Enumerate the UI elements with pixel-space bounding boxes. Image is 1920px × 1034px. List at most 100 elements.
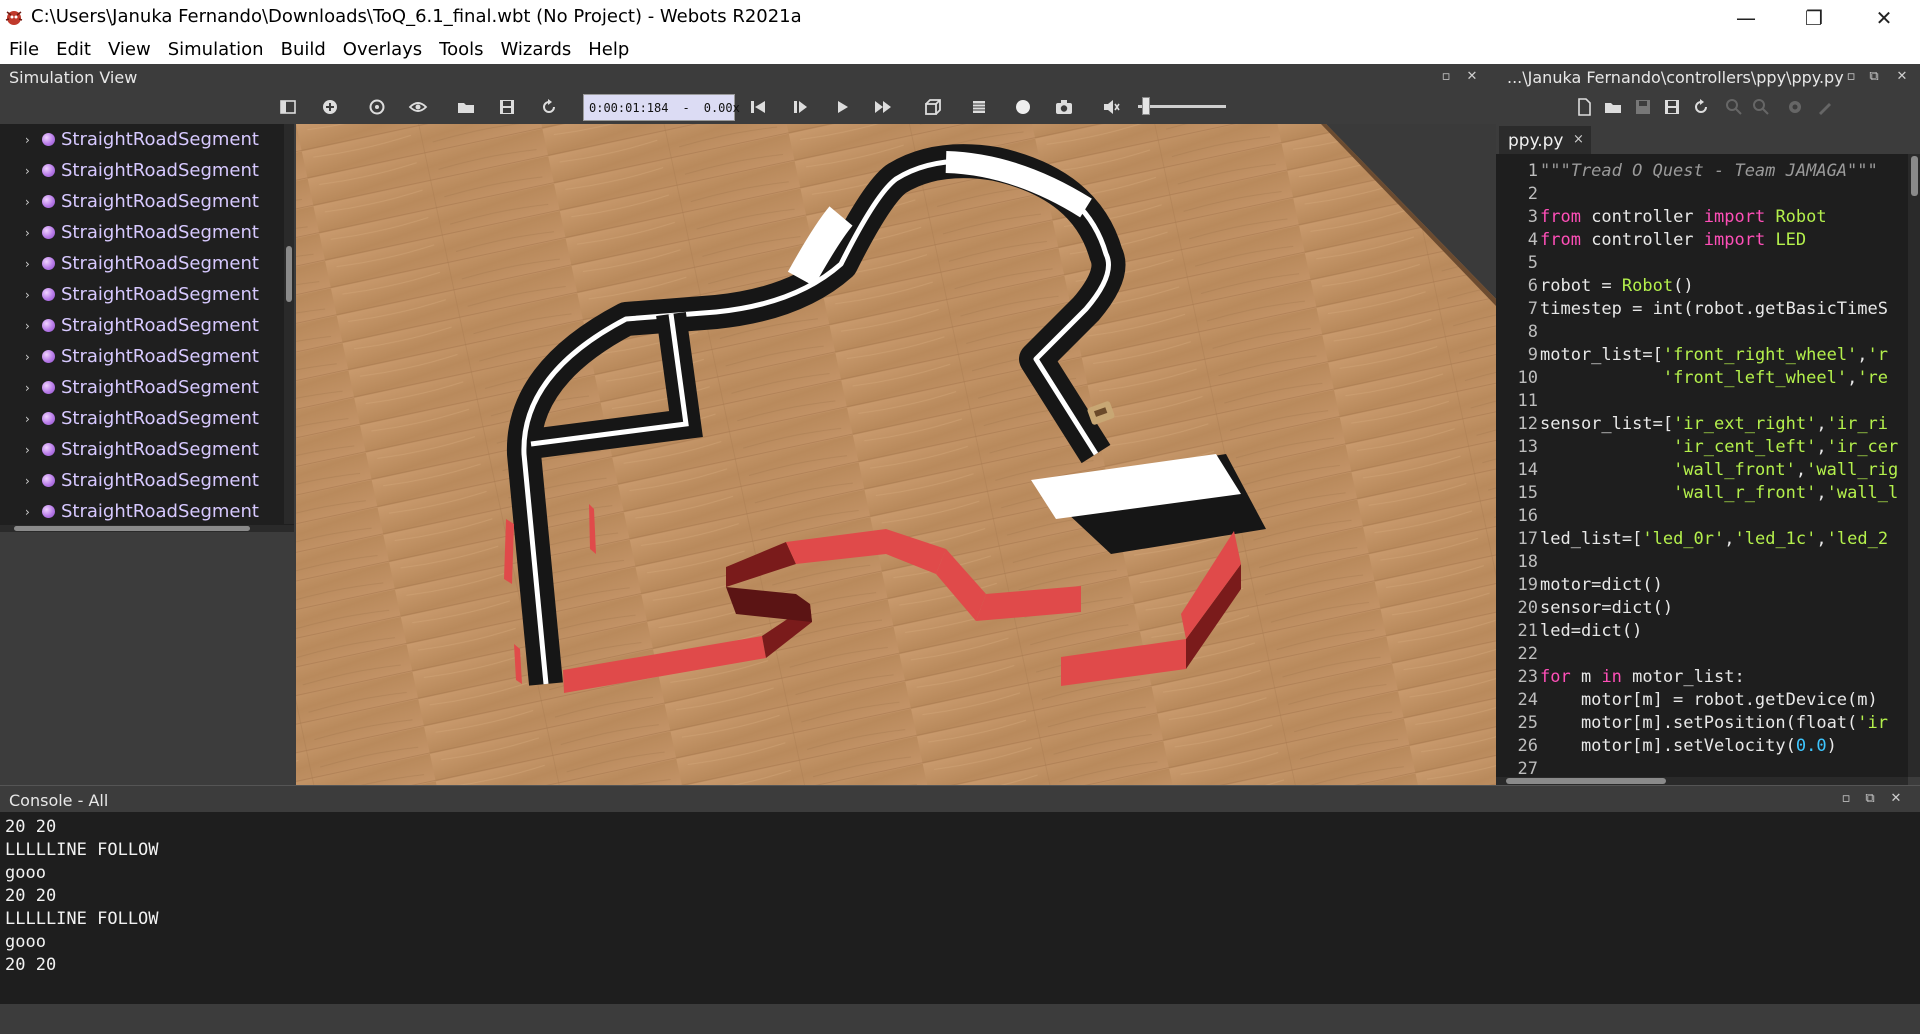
reset-viewpoint-icon[interactable]: [366, 96, 388, 118]
expand-arrow-icon[interactable]: ›: [25, 164, 30, 178]
simulation-time-display: 0:00:01:184 - 0.00x: [583, 94, 740, 121]
scene-tree-item-label: StraightRoadSegment: [61, 439, 259, 460]
expand-arrow-icon[interactable]: ›: [25, 443, 30, 457]
code-token: 'wall_rig: [1806, 460, 1899, 480]
menu-edit[interactable]: Edit: [47, 39, 99, 60]
volume-slider-handle[interactable]: [1142, 97, 1150, 115]
save-world-icon[interactable]: [496, 96, 518, 118]
restore-button[interactable]: ❐: [1786, 0, 1842, 35]
scene-tree-item[interactable]: › StraightRoadSegment: [0, 248, 283, 279]
code-token: ,: [1795, 460, 1807, 480]
code-token: motor_list=[: [1540, 345, 1663, 365]
volume-icon[interactable]: [1100, 96, 1122, 118]
save-icon[interactable]: [1632, 96, 1654, 118]
scene-tree-item[interactable]: › StraightRoadSegment: [0, 403, 283, 434]
close-tab-icon[interactable]: ×: [1573, 132, 1584, 147]
expand-arrow-icon[interactable]: ›: [25, 133, 30, 147]
add-node-icon[interactable]: [319, 96, 341, 118]
play-icon[interactable]: [831, 96, 853, 118]
scene-tree-item[interactable]: › StraightRoadSegment: [0, 372, 283, 403]
replace-icon[interactable]: [1750, 96, 1772, 118]
stop-recording-icon[interactable]: [968, 96, 990, 118]
scene-tree-item[interactable]: › StraightRoadSegment: [0, 434, 283, 465]
expand-arrow-icon[interactable]: ›: [25, 474, 30, 488]
code-token: for: [1540, 667, 1571, 687]
hide-scene-tree-icon[interactable]: [277, 96, 299, 118]
code-token: 'led_1c': [1734, 529, 1817, 549]
menu-file[interactable]: File: [0, 39, 47, 60]
line-number: 25: [1517, 713, 1538, 733]
expand-arrow-icon[interactable]: ›: [25, 319, 30, 333]
code-token: Robot: [1765, 207, 1827, 227]
screenshot-icon[interactable]: [1053, 96, 1075, 118]
step-icon[interactable]: [789, 96, 811, 118]
menu-build[interactable]: Build: [272, 39, 334, 60]
minimize-button[interactable]: —: [1718, 0, 1774, 35]
expand-arrow-icon[interactable]: ›: [25, 195, 30, 209]
expand-arrow-icon[interactable]: ›: [25, 505, 30, 519]
code-token: from: [1540, 230, 1581, 250]
float-panel-icon[interactable]: ⧉: [1866, 69, 1882, 85]
scene-tree-item[interactable]: › StraightRoadSegment: [0, 155, 283, 186]
line-number: 24: [1517, 690, 1538, 710]
revert-icon[interactable]: [1690, 96, 1712, 118]
reset-simulation-icon[interactable]: [747, 96, 769, 118]
close-window-button[interactable]: ✕: [1856, 0, 1912, 35]
reload-world-icon[interactable]: [538, 96, 560, 118]
scene-tree-item[interactable]: › StraightRoadSegment: [0, 310, 283, 341]
console-output[interactable]: 20 20 LLLLLINE FOLLOW gooo 20 20 LLLLLINE FO…: [0, 812, 1920, 1004]
fast-icon[interactable]: [872, 96, 894, 118]
view-3d-icon[interactable]: [922, 96, 944, 118]
close-panel-icon[interactable]: ✕: [1464, 69, 1480, 85]
editor-vertical-scrollbar[interactable]: [1908, 154, 1920, 777]
menu-view[interactable]: View: [99, 39, 159, 60]
code-token: motor=dict(): [1540, 575, 1663, 595]
menu-help[interactable]: Help: [579, 39, 637, 60]
code-editor[interactable]: 1 2 3 4 5 6 7 8 9 10 11 12 13 14 15 16 17 18 19 20 21 22 23 24 2…: [1496, 154, 1920, 777]
close-panel-icon[interactable]: ✕: [1894, 69, 1910, 85]
scene-tree-item[interactable]: › StraightRoadSegment: [0, 465, 283, 496]
scene-tree-vertical-scrollbar[interactable]: [284, 124, 294, 524]
scene-tree-item[interactable]: › StraightRoadSegment: [0, 186, 283, 217]
expand-arrow-icon[interactable]: ›: [25, 381, 30, 395]
code-token: motor_list:: [1621, 667, 1745, 687]
expand-arrow-icon[interactable]: ›: [25, 257, 30, 271]
minimize-panel-icon[interactable]: ▫: [1838, 791, 1854, 807]
save-all-icon[interactable]: [1661, 96, 1683, 118]
expand-arrow-icon[interactable]: ›: [25, 288, 30, 302]
menu-simulation[interactable]: Simulation: [159, 39, 272, 60]
find-icon[interactable]: [1723, 96, 1745, 118]
scene-tree-item[interactable]: › StraightRoadSegment: [0, 124, 283, 155]
expand-arrow-icon[interactable]: ›: [25, 350, 30, 364]
record-icon[interactable]: [1012, 96, 1034, 118]
code-token: ,: [1816, 483, 1827, 503]
expand-arrow-icon[interactable]: ›: [25, 412, 30, 426]
menu-wizards[interactable]: Wizards: [491, 39, 579, 60]
minimize-icon: —: [1736, 5, 1756, 30]
menu-tools[interactable]: Tools: [430, 39, 491, 60]
close-panel-icon[interactable]: ✕: [1888, 791, 1904, 807]
menu-overlays[interactable]: Overlays: [334, 39, 430, 60]
new-file-icon[interactable]: [1573, 96, 1595, 118]
minimize-panel-icon[interactable]: ▫: [1843, 69, 1859, 85]
code-token: 'wall_front': [1673, 460, 1796, 480]
float-panel-icon[interactable]: ⧉: [1862, 791, 1878, 807]
build-icon[interactable]: [1784, 96, 1806, 118]
scene-tree-item[interactable]: › StraightRoadSegment: [0, 217, 283, 248]
expand-arrow-icon[interactable]: ›: [25, 226, 30, 240]
code-token: sensor_list=[: [1540, 414, 1674, 434]
scene-tree-item[interactable]: › StraightRoadSegment: [0, 496, 283, 527]
scene-tree-horizontal-scrollbar[interactable]: [0, 525, 294, 532]
editor-horizontal-scrollbar[interactable]: [1496, 777, 1908, 785]
open-world-icon[interactable]: [455, 96, 477, 118]
3d-viewport[interactable]: [296, 124, 1496, 785]
scene-tree-item[interactable]: › StraightRoadSegment: [0, 279, 283, 310]
open-file-icon[interactable]: [1602, 96, 1624, 118]
tab-ppy[interactable]: ppy.py ×: [1499, 126, 1591, 154]
eye-icon[interactable]: [407, 96, 429, 118]
scene-tree-item[interactable]: › StraightRoadSegment: [0, 341, 283, 372]
float-panel-icon[interactable]: ▫: [1438, 69, 1454, 85]
clean-icon[interactable]: [1814, 96, 1836, 118]
volume-slider[interactable]: [1138, 105, 1226, 108]
